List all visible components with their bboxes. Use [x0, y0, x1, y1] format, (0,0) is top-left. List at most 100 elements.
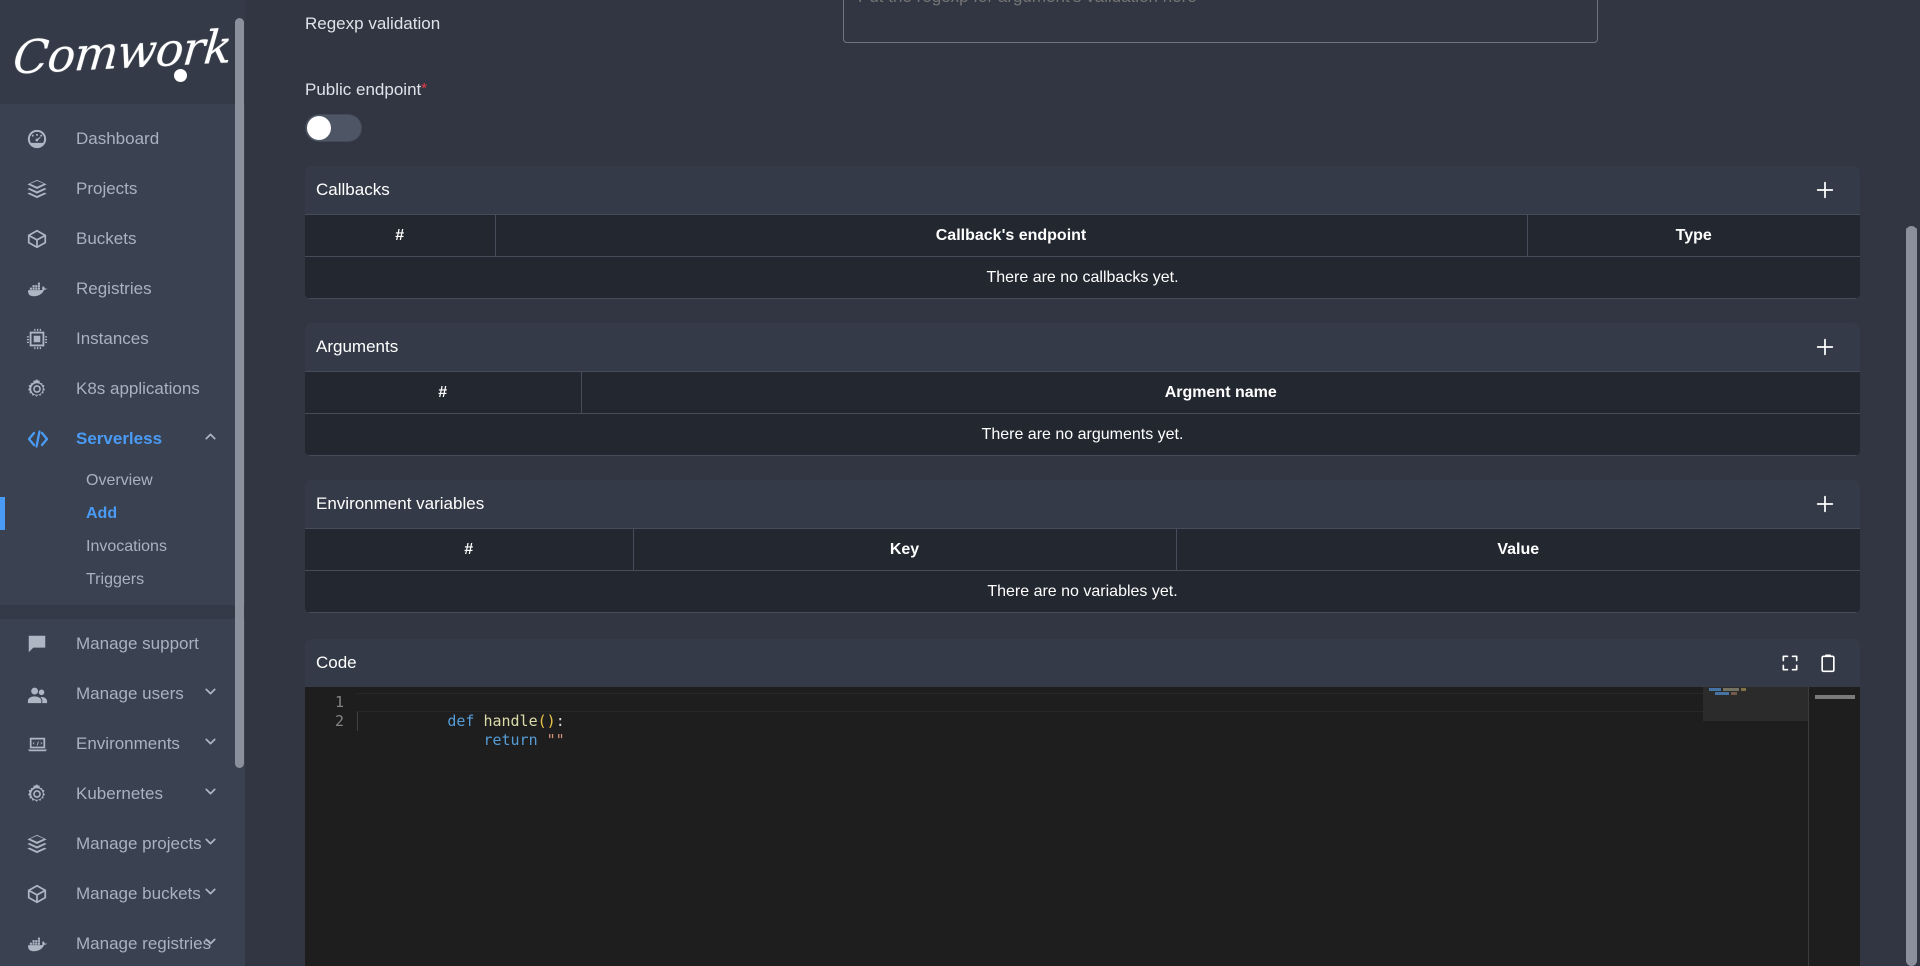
code-line-numbers: 1 2: [305, 687, 357, 966]
sidebar-item-serverless-add[interactable]: Add: [0, 497, 245, 530]
chevron-down-icon: [202, 783, 219, 805]
box-icon: [26, 882, 56, 906]
code-card-header: Code: [305, 639, 1860, 687]
docker-whale-icon: [26, 932, 56, 956]
callbacks-empty-message: There are no callbacks yet.: [305, 256, 1860, 299]
sidebar-scroll-region: Comwork Dashboard Projects Buckets Regis…: [0, 0, 245, 966]
sidebar-item-label: Manage registries: [76, 934, 212, 953]
sidebar-item-serverless[interactable]: Serverless: [0, 414, 245, 464]
page-scrollbar-thumb[interactable]: [1906, 226, 1917, 966]
code-title: Code: [316, 653, 357, 672]
sidebar-scrollbar[interactable]: [234, 0, 245, 966]
code-card: Code 1 2 def handle(): return "": [305, 639, 1860, 966]
sidebar-item-label: Serverless: [76, 429, 163, 448]
sidebar-subitem-label: Add: [86, 504, 118, 522]
code-editor[interactable]: 1 2 def handle(): return "": [305, 687, 1860, 966]
column-header: Value: [1176, 528, 1860, 571]
sidebar-item-serverless-invocations[interactable]: Invocations: [0, 530, 245, 563]
main-content: Regexp validation Public endpoint* Callb…: [245, 0, 1920, 966]
callbacks-card: Callbacks # Callback's endpoint Type The…: [305, 166, 1860, 299]
indent-guide: [357, 712, 358, 731]
code-minimap[interactable]: [1703, 687, 1808, 966]
code-text-area[interactable]: def handle(): return "": [357, 687, 1860, 966]
chevron-down-icon: [202, 933, 219, 955]
gauge-icon: [26, 127, 56, 151]
sidebar-item-label: Manage users: [76, 684, 184, 703]
sidebar-scrollbar-thumb[interactable]: [235, 18, 244, 768]
regexp-validation-row: Regexp validation: [305, 0, 1896, 43]
sidebar-item-manage-registries[interactable]: Manage registries: [0, 919, 245, 966]
arguments-table: # Argment name There are no arguments ye…: [305, 371, 1860, 456]
public-endpoint-toggle[interactable]: [305, 114, 362, 142]
sidebar-item-projects[interactable]: Projects: [0, 164, 245, 214]
code-line: return "": [357, 712, 1860, 749]
sidebar-item-label: Manage buckets: [76, 884, 201, 903]
toggle-knob: [307, 116, 331, 140]
table-row: There are no callbacks yet.: [305, 256, 1860, 299]
sidebar-item-label: Manage projects: [76, 834, 202, 853]
clipboard-copy-icon[interactable]: [1818, 653, 1838, 673]
environment-variables-table: # Key Value There are no variables yet.: [305, 528, 1860, 613]
sidebar-item-serverless-overview[interactable]: Overview: [0, 464, 245, 497]
code-editor-scrollbar[interactable]: [1808, 687, 1860, 966]
primary-nav: Dashboard Projects Buckets Registries In…: [0, 104, 245, 966]
sidebar-item-environments[interactable]: Environments: [0, 719, 245, 769]
environment-variables-empty-message: There are no variables yet.: [305, 570, 1860, 613]
plus-icon[interactable]: [1812, 334, 1838, 360]
sidebar-item-k8s-applications[interactable]: K8s applications: [0, 364, 245, 414]
line-number: 1: [334, 693, 344, 711]
sidebar-item-label: Environments: [76, 734, 180, 753]
code-line: def handle():: [357, 693, 1860, 730]
brand-logo[interactable]: Comwork: [0, 0, 245, 104]
sidebar-item-label: Projects: [76, 179, 138, 198]
sidebar-subitem-label: Triggers: [86, 570, 145, 588]
plus-icon[interactable]: [1812, 177, 1838, 203]
page-scrollbar[interactable]: [1903, 0, 1920, 966]
sidebar-item-kubernetes[interactable]: Kubernetes: [0, 769, 245, 819]
public-endpoint-label: Public endpoint*: [305, 80, 1896, 100]
sidebar-item-manage-buckets[interactable]: Manage buckets: [0, 869, 245, 919]
comwork-script-logo: Comwork: [11, 19, 234, 85]
arguments-title: Arguments: [316, 337, 399, 356]
chat-bubble-icon: [26, 632, 56, 656]
fullscreen-expand-icon[interactable]: [1780, 653, 1800, 673]
table-header-row: # Argment name: [305, 371, 1860, 414]
column-header: #: [305, 528, 634, 571]
column-header: Key: [633, 528, 1177, 571]
sidebar-item-serverless-triggers[interactable]: Triggers: [0, 563, 245, 596]
laptop-code-icon: [26, 732, 56, 756]
environment-variables-title: Environment variables: [316, 494, 485, 513]
sidebar-item-buckets[interactable]: Buckets: [0, 214, 245, 264]
public-endpoint-label-text: Public endpoint: [305, 80, 422, 99]
environment-variables-card-header: Environment variables: [305, 480, 1860, 528]
sidebar-item-label: Dashboard: [76, 129, 160, 148]
kubernetes-helm-icon: [26, 782, 56, 806]
sidebar-item-label: Registries: [76, 279, 152, 298]
chevron-up-icon: [202, 428, 219, 450]
sidebar-item-registries[interactable]: Registries: [0, 264, 245, 314]
sidebar-item-instances[interactable]: Instances: [0, 314, 245, 364]
minimap-slider[interactable]: [1703, 687, 1808, 721]
code-toolbar: [1780, 653, 1838, 673]
plus-icon[interactable]: [1812, 491, 1838, 517]
code-editor-scrollbar-thumb[interactable]: [1815, 695, 1855, 699]
sidebar-item-dashboard[interactable]: Dashboard: [0, 114, 245, 164]
callbacks-title: Callbacks: [316, 180, 390, 199]
layers-icon: [26, 832, 56, 856]
sidebar-item-manage-support[interactable]: Manage support: [0, 619, 245, 669]
docker-whale-icon: [26, 277, 56, 301]
sidebar-item-label: Kubernetes: [76, 784, 163, 803]
callbacks-table: # Callback's endpoint Type There are no …: [305, 214, 1860, 299]
regexp-validation-input[interactable]: [843, 0, 1598, 43]
sidebar-item-manage-users[interactable]: Manage users: [0, 669, 245, 719]
sidebar: Comwork Dashboard Projects Buckets Regis…: [0, 0, 245, 966]
column-header: Type: [1527, 214, 1860, 257]
code-token: return: [483, 731, 547, 749]
layers-icon: [26, 177, 56, 201]
sidebar-item-label: K8s applications: [76, 379, 200, 398]
code-token: "": [546, 731, 565, 749]
sidebar-item-manage-projects[interactable]: Manage projects: [0, 819, 245, 869]
box-icon: [26, 227, 56, 251]
column-header: Argment name: [581, 371, 1860, 414]
